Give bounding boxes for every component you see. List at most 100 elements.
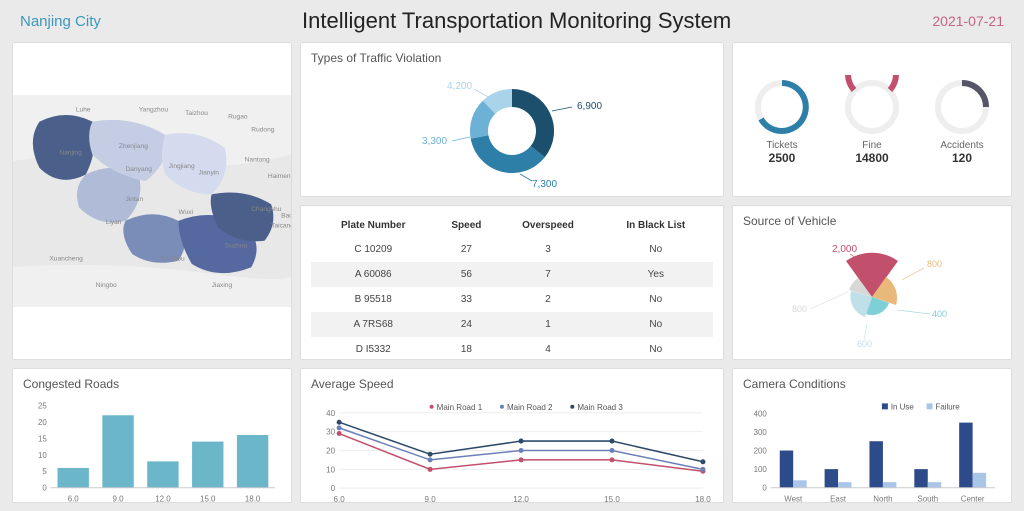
overspeed-table: Plate Number Speed Overspeed In Black Li…: [311, 214, 713, 360]
svg-text:North: North: [873, 495, 892, 503]
svg-text:3,300: 3,300: [422, 136, 447, 147]
cell-plate: A 60086: [311, 262, 435, 287]
svg-text:12.0: 12.0: [155, 495, 171, 503]
svg-text:Luhe: Luhe: [76, 107, 91, 114]
svg-text:Taizhou: Taizhou: [185, 110, 208, 117]
svg-text:Main Road 2: Main Road 2: [507, 403, 553, 412]
svg-text:400: 400: [932, 309, 947, 319]
svg-text:Baosh: Baosh: [281, 213, 291, 220]
table-row[interactable]: A 7RS68241No: [311, 312, 713, 337]
cell-plate: C 10209: [311, 237, 435, 262]
cell-black: No: [599, 287, 713, 312]
cell-black: No: [599, 312, 713, 337]
svg-text:Changshu: Changshu: [251, 206, 281, 213]
svg-text:Suzhou: Suzhou: [225, 242, 248, 249]
cell-speed: 27: [435, 237, 497, 262]
svg-text:6.0: 6.0: [68, 495, 80, 503]
panel-title: Average Speed: [311, 377, 713, 391]
map-svg[interactable]: Nanjing Zhenjiang Wuxi Suzhou Huzhou Xua…: [13, 43, 291, 359]
svg-text:30: 30: [326, 428, 335, 437]
rose-chart-source: 2,000 800 400 600 800: [752, 232, 992, 352]
svg-text:15: 15: [38, 434, 47, 443]
panel-traffic-violation: Types of Traffic Violation 6,900 7,300 3…: [300, 42, 724, 197]
svg-text:East: East: [830, 495, 847, 503]
svg-text:5: 5: [42, 467, 47, 476]
line-chart-speed: 0102030406.09.012.015.018.0Main Road 1Ma…: [311, 395, 713, 503]
svg-text:6.0: 6.0: [334, 495, 346, 503]
cell-plate: D I5332: [311, 337, 435, 360]
table-row[interactable]: A 60086567Yes: [311, 262, 713, 287]
panel-source-vehicle: Source of Vehicle 2,000 800 400 600 800: [732, 205, 1012, 360]
svg-text:0: 0: [331, 484, 336, 493]
svg-text:Liyan: Liyan: [106, 219, 122, 226]
svg-text:Failure: Failure: [936, 402, 961, 411]
bar-chart-congested: 05101520256.09.012.015.018.0: [23, 395, 281, 503]
svg-text:18.0: 18.0: [245, 495, 261, 503]
panel-title: Source of Vehicle: [743, 214, 1001, 228]
th-black: In Black List: [599, 214, 713, 237]
cell-plate: A 7RS68: [311, 312, 435, 337]
svg-text:20: 20: [326, 447, 335, 456]
svg-text:800: 800: [792, 304, 807, 314]
panel-congested: Congested Roads 05101520256.09.012.015.0…: [12, 368, 292, 503]
svg-text:Yangzhou: Yangzhou: [139, 107, 169, 114]
cell-plate: B 95518: [311, 287, 435, 312]
svg-text:Nanjing: Nanjing: [59, 150, 82, 157]
cell-over: 1: [497, 312, 598, 337]
svg-text:15.0: 15.0: [604, 495, 620, 503]
panel-camera: Camera Conditions 0100200300400WestEastN…: [732, 368, 1012, 503]
svg-text:0: 0: [762, 484, 767, 493]
panel-map[interactable]: Nanjing Zhenjiang Wuxi Suzhou Huzhou Xua…: [12, 42, 292, 360]
svg-text:Zhenjiang: Zhenjiang: [119, 143, 148, 150]
table-row[interactable]: D I5332184No: [311, 337, 713, 360]
cell-over: 3: [497, 237, 598, 262]
cell-speed: 33: [435, 287, 497, 312]
svg-text:400: 400: [754, 409, 768, 418]
city-label: Nanjing City: [20, 13, 101, 30]
cell-speed: 56: [435, 262, 497, 287]
kpi-fine: Fine 14800: [837, 75, 907, 165]
svg-text:Ningbo: Ningbo: [96, 282, 117, 289]
svg-text:Jintan: Jintan: [126, 196, 144, 203]
svg-text:9.0: 9.0: [425, 495, 437, 503]
svg-text:Main Road 1: Main Road 1: [437, 403, 483, 412]
panel-title: Camera Conditions: [743, 377, 1001, 391]
svg-text:West: West: [784, 495, 803, 503]
svg-text:Rudong: Rudong: [251, 127, 274, 134]
svg-text:Jiaxing: Jiaxing: [212, 282, 233, 289]
table-row[interactable]: B 95518332No: [311, 287, 713, 312]
svg-text:6,900: 6,900: [577, 101, 602, 112]
th-over: Overspeed: [497, 214, 598, 237]
svg-text:0: 0: [42, 484, 47, 493]
th-speed: Speed: [435, 214, 497, 237]
svg-text:Jingjiang: Jingjiang: [169, 163, 195, 170]
page-title: Intelligent Transportation Monitoring Sy…: [302, 8, 731, 34]
svg-text:Rugao: Rugao: [228, 113, 248, 120]
cell-speed: 24: [435, 312, 497, 337]
svg-text:Danyang: Danyang: [126, 166, 153, 173]
svg-text:Main Road 3: Main Road 3: [577, 403, 623, 412]
panel-title: Congested Roads: [23, 377, 281, 391]
cell-black: No: [599, 237, 713, 262]
svg-text:18.0: 18.0: [695, 495, 711, 503]
svg-text:10: 10: [326, 465, 335, 474]
svg-text:2,000: 2,000: [832, 244, 857, 255]
svg-text:25: 25: [38, 401, 47, 410]
svg-text:10: 10: [38, 451, 47, 460]
cell-black: Yes: [599, 262, 713, 287]
cell-over: 2: [497, 287, 598, 312]
bar-chart-camera: 0100200300400WestEastNorthSouthCenterIn …: [743, 395, 1001, 503]
svg-text:800: 800: [927, 259, 942, 269]
svg-text:Center: Center: [961, 495, 985, 503]
panel-speed: Average Speed 0102030406.09.012.015.018.…: [300, 368, 724, 503]
svg-text:300: 300: [754, 428, 768, 437]
svg-text:Haimen: Haimen: [268, 173, 291, 180]
panel-title: Types of Traffic Violation: [311, 51, 713, 65]
table-row[interactable]: C 10209273No: [311, 237, 713, 262]
svg-text:200: 200: [754, 447, 768, 456]
svg-text:Wuxi: Wuxi: [178, 209, 193, 216]
cell-black: No: [599, 337, 713, 360]
svg-text:20: 20: [38, 418, 47, 427]
donut-chart-violation: 6,900 7,300 3,300 4,200: [392, 69, 632, 189]
svg-text:In Use: In Use: [891, 402, 914, 411]
